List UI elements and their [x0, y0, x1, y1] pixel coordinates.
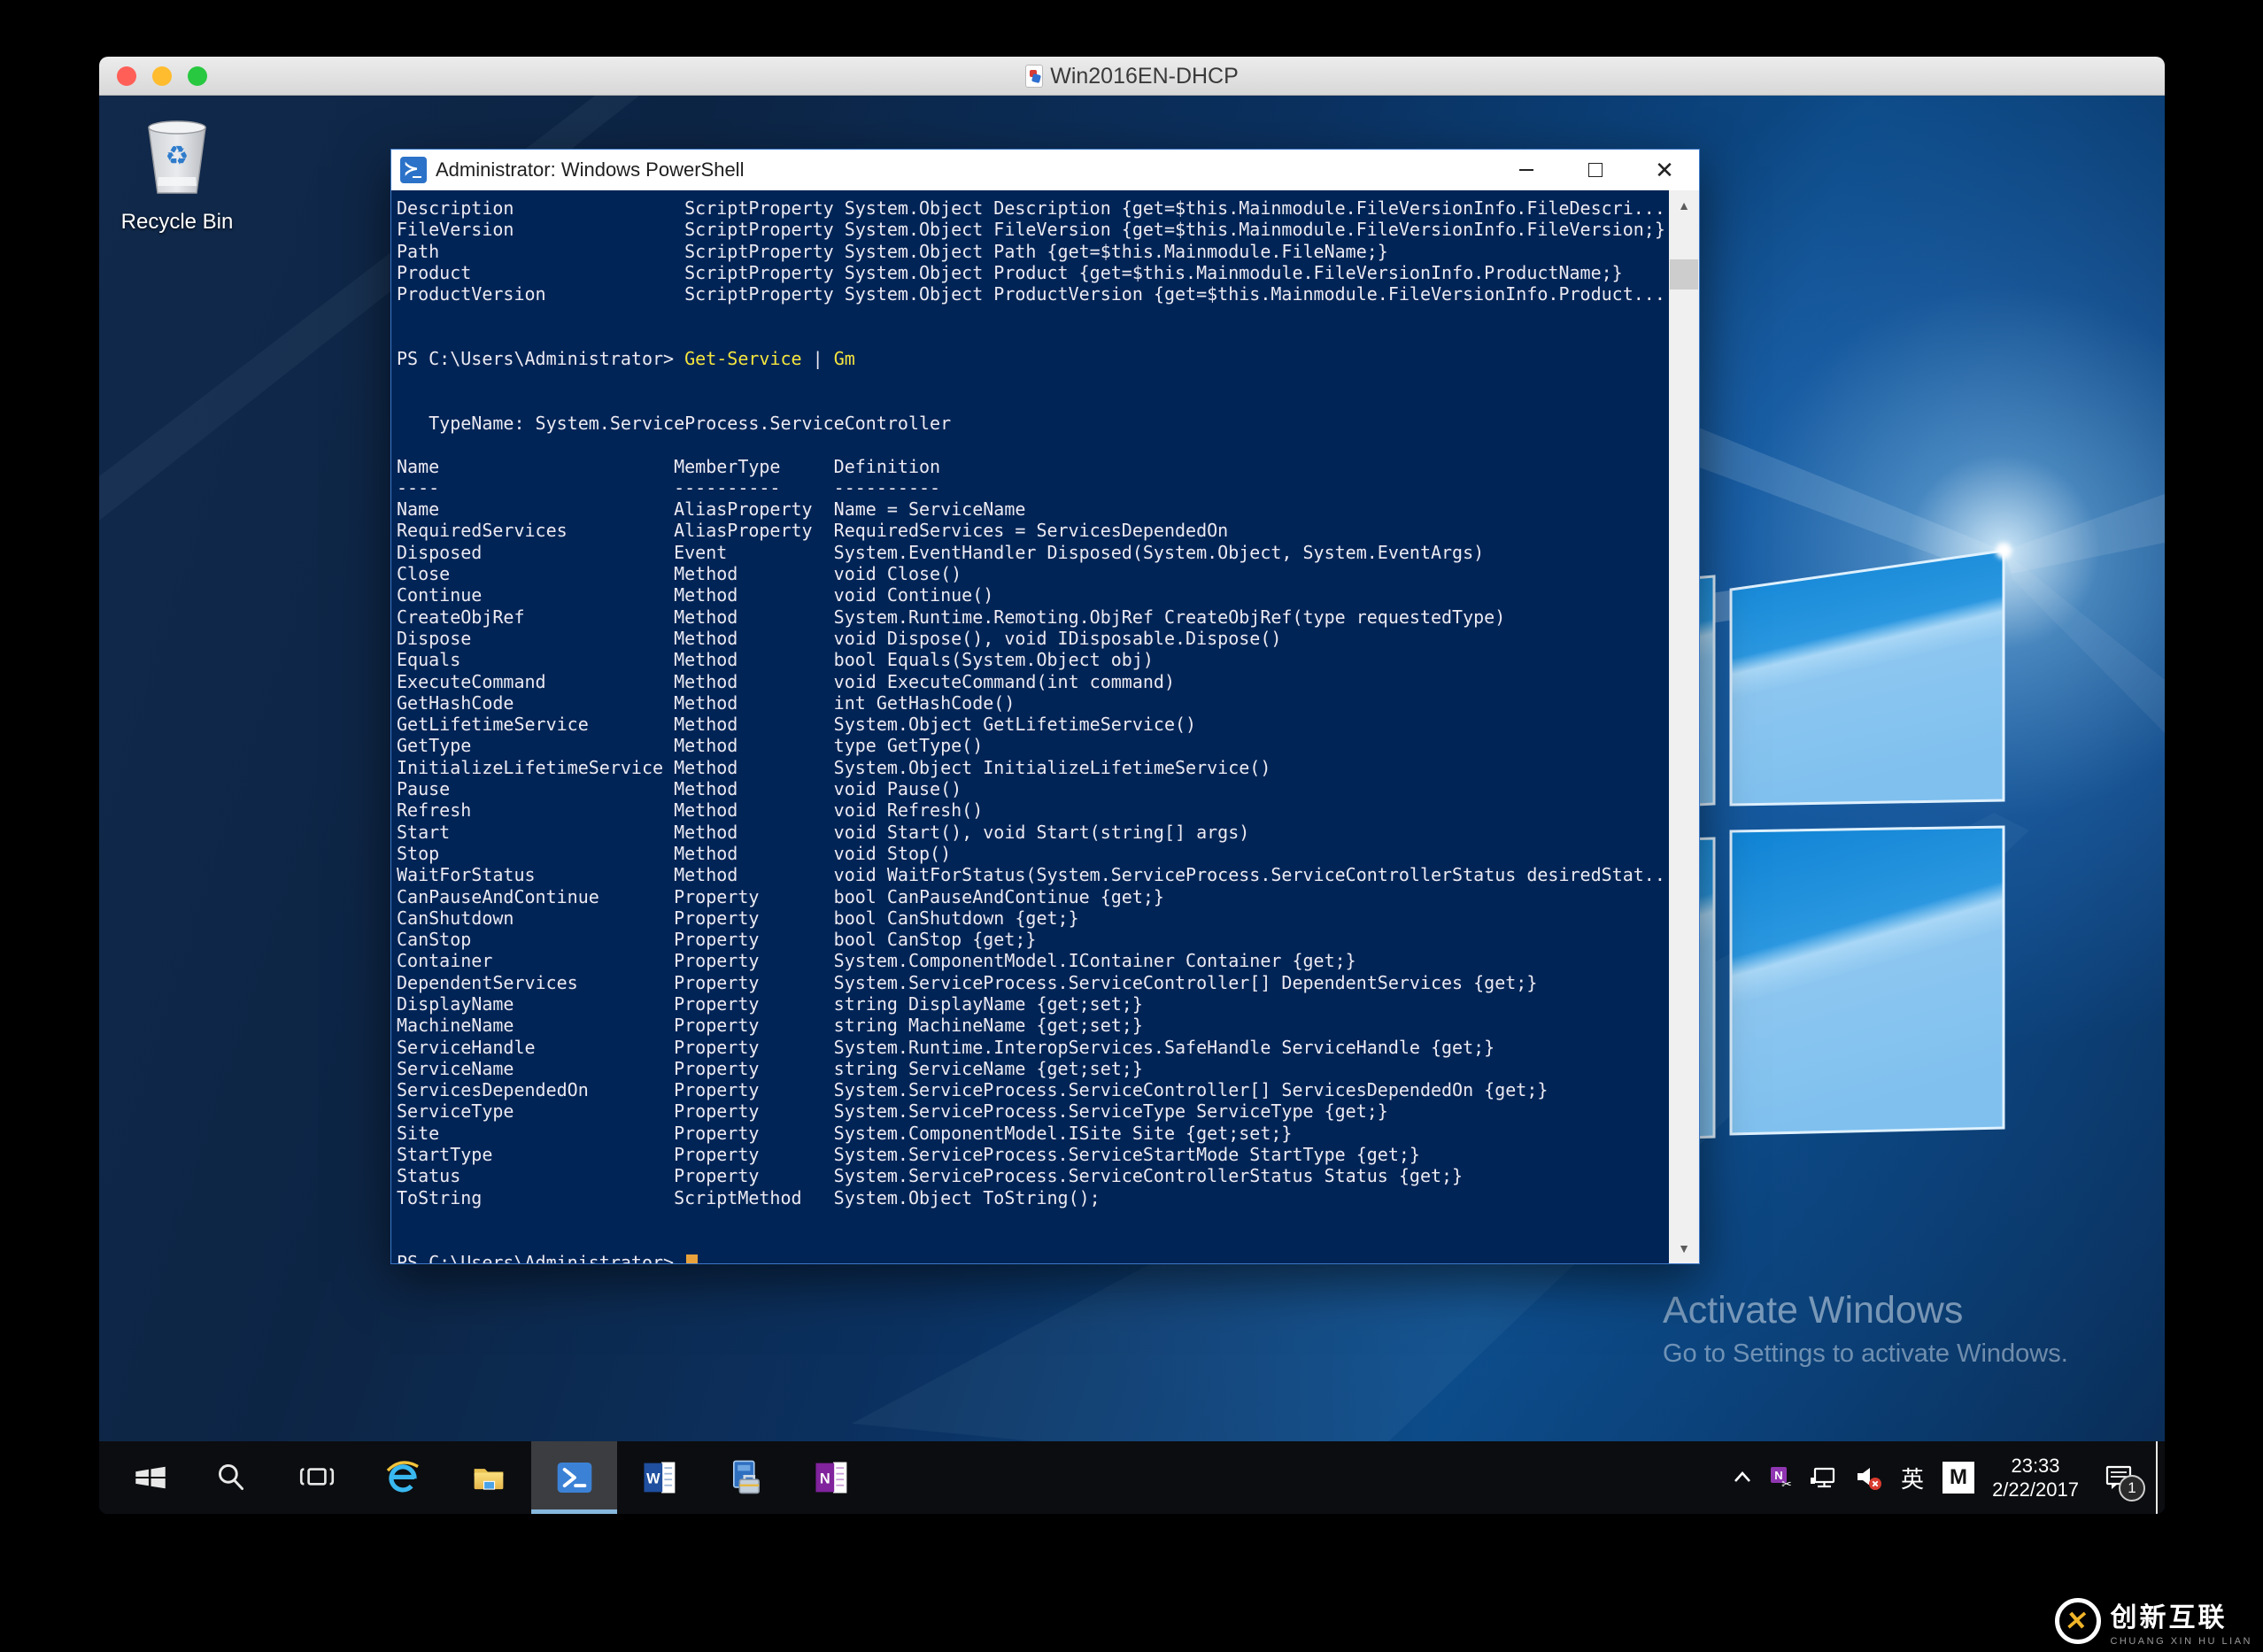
- close-button[interactable]: ✕: [1630, 150, 1699, 190]
- mac-titlebar: Win2016EN-DHCP: [99, 57, 2165, 96]
- chevron-up-icon: [1734, 1471, 1750, 1482]
- volume-muted-icon: [1858, 1468, 1881, 1490]
- taskbar-internet-explorer[interactable]: [359, 1441, 445, 1514]
- action-center-button[interactable]: 1: [2089, 1441, 2151, 1514]
- vm-document-icon: [1025, 65, 1044, 88]
- clock-date: 2/22/2017: [1992, 1478, 2079, 1501]
- search-icon: [218, 1463, 243, 1491]
- taskbar-search[interactable]: [188, 1441, 274, 1514]
- network-icon: [1811, 1467, 1835, 1488]
- scroll-down-arrow-icon[interactable]: ▼: [1669, 1233, 1699, 1263]
- tray-language-indicator[interactable]: 英: [1890, 1441, 1935, 1514]
- console-output: Description ScriptProperty System.Object…: [391, 190, 1669, 1263]
- vm-host-window: Win2016EN-DHCP ♻ Recycle Bin Activate Wi…: [99, 57, 2165, 1514]
- file-explorer-icon: [474, 1469, 503, 1490]
- maximize-button[interactable]: [1561, 150, 1630, 190]
- language-label: 英: [1900, 1465, 1924, 1493]
- svg-text:W: W: [646, 1471, 660, 1487]
- internet-explorer-icon: [386, 1461, 419, 1493]
- taskbar-word[interactable]: W: [617, 1441, 703, 1514]
- taskbar-powershell[interactable]: [531, 1441, 617, 1514]
- tray-onenote-clip[interactable]: N ✂: [1761, 1441, 1802, 1514]
- powershell-window[interactable]: Administrator: Windows PowerShell ✕ Desc…: [390, 149, 1700, 1264]
- start-icon: [135, 1466, 166, 1489]
- windows-desktop[interactable]: ♻ Recycle Bin Activate Windows Go to Set…: [99, 96, 2165, 1514]
- recycle-bin[interactable]: ♻ Recycle Bin: [106, 115, 248, 235]
- task-view-icon: [299, 1468, 334, 1486]
- task-view-button[interactable]: [274, 1441, 359, 1514]
- onenote-clip-icon: N ✂: [1771, 1467, 1792, 1492]
- recycle-bin-label: Recycle Bin: [120, 210, 234, 234]
- brand-name-en: CHUANG XIN HU LIAN: [2110, 1636, 2252, 1647]
- show-desktop-divider[interactable]: [2156, 1441, 2158, 1514]
- svg-text:♻: ♻: [166, 141, 189, 172]
- minimize-button[interactable]: [1492, 150, 1561, 190]
- clock-time: 23:33: [2011, 1455, 2060, 1477]
- recycle-bin-icon: ♻: [148, 120, 206, 194]
- svg-text:N: N: [819, 1471, 830, 1487]
- taskbar-file-explorer[interactable]: [445, 1441, 531, 1514]
- powershell-title: Administrator: Windows PowerShell: [436, 158, 745, 181]
- powershell-icon: [557, 1462, 591, 1494]
- brand-logo-icon: [2055, 1598, 2102, 1644]
- server-manager-icon: [732, 1460, 760, 1494]
- taskbar-onenote[interactable]: N: [789, 1441, 875, 1514]
- scroll-up-arrow-icon[interactable]: ▲: [1669, 190, 1699, 220]
- onenote-icon: N: [815, 1462, 846, 1494]
- taskbar-server-manager[interactable]: [703, 1441, 789, 1514]
- svg-text:✂: ✂: [1781, 1478, 1792, 1492]
- brand-name-cn: 创新互联: [2110, 1603, 2228, 1633]
- tray-ime-indicator[interactable]: M: [1935, 1441, 1982, 1514]
- powershell-titlebar[interactable]: Administrator: Windows PowerShell ✕: [391, 150, 1699, 190]
- tray-volume-muted[interactable]: [1846, 1441, 1890, 1514]
- taskbar: W N N ✂ 英 M 23:33 2/22/2017 1: [99, 1441, 2165, 1514]
- tray-network[interactable]: [1802, 1441, 1846, 1514]
- tray-clock[interactable]: 23:33 2/22/2017: [1982, 1441, 2089, 1514]
- start-button[interactable]: [113, 1441, 188, 1514]
- site-branding: 创新互联 CHUANG XIN HU LIAN: [2055, 1595, 2252, 1647]
- console-scrollbar[interactable]: ▲ ▼: [1669, 190, 1699, 1263]
- powershell-titlebar-icon: [400, 157, 427, 183]
- word-icon: W: [643, 1462, 675, 1494]
- scrollbar-thumb[interactable]: [1670, 259, 1698, 289]
- activate-watermark-subtitle: Go to Settings to activate Windows.: [1663, 1339, 2068, 1368]
- activate-watermark: Activate Windows Go to Settings to activ…: [1663, 1289, 2068, 1369]
- vm-window-title: Win2016EN-DHCP: [1050, 63, 1239, 89]
- ime-label: M: [1942, 1462, 1974, 1494]
- notification-badge: 1: [2119, 1475, 2145, 1501]
- tray-chevron-up[interactable]: [1724, 1441, 1761, 1514]
- activate-watermark-title: Activate Windows: [1663, 1289, 1964, 1332]
